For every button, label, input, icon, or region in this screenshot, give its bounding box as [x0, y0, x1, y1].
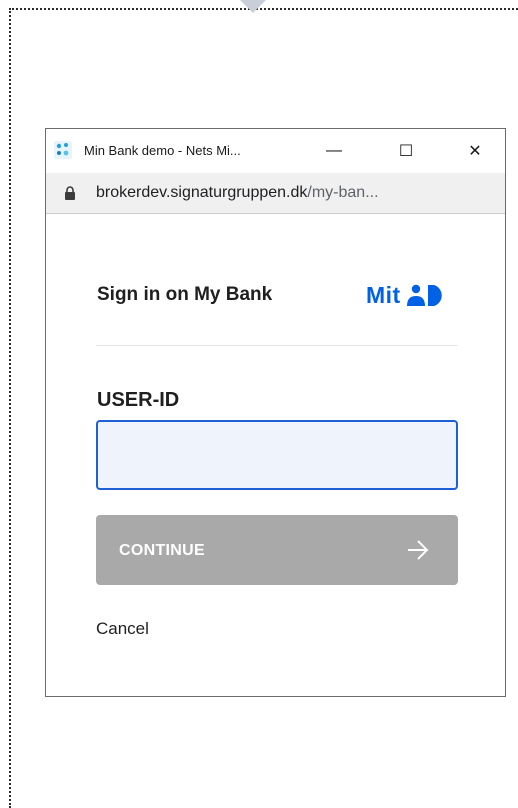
minimize-icon: — — [326, 142, 342, 159]
maximize-icon: ☐ — [398, 143, 414, 160]
maximize-button[interactable]: ☐ — [386, 137, 426, 165]
mitid-logo-text: Mit — [366, 281, 401, 308]
window-title: Min Bank demo - Nets Mi... — [84, 143, 241, 158]
browser-popup-window: Min Bank demo - Nets Mi... — ☐ ✕ brokerd… — [45, 128, 506, 697]
cancel-link[interactable]: Cancel — [96, 619, 149, 639]
window-titlebar: Min Bank demo - Nets Mi... — ☐ ✕ — [46, 129, 505, 173]
arrow-right-icon — [408, 540, 429, 560]
user-id-input[interactable] — [96, 420, 458, 490]
page-title: Sign in on My Bank — [97, 284, 273, 305]
mitid-person-d-icon — [406, 284, 442, 306]
callout-pointer — [240, 0, 266, 13]
lock-icon — [65, 186, 75, 200]
continue-button-label: CONTINUE — [119, 542, 205, 559]
url-path: /my-ban... — [307, 184, 379, 201]
close-icon: ✕ — [468, 143, 482, 160]
url-host: brokerdev.signaturgruppen.dk — [96, 184, 308, 201]
login-content: Sign in on My Bank Mit USER-ID CONTINUE … — [46, 214, 505, 697]
url-text[interactable]: brokerdev.signaturgruppen.dk/my-ban... — [96, 184, 379, 202]
nets-app-icon — [54, 141, 72, 159]
minimize-button[interactable]: — — [314, 137, 354, 165]
mitid-logo: Mit — [366, 282, 447, 308]
continue-button[interactable]: CONTINUE — [96, 515, 458, 585]
address-bar[interactable]: brokerdev.signaturgruppen.dk/my-ban... — [46, 173, 505, 214]
close-button[interactable]: ✕ — [455, 137, 495, 165]
user-id-label: USER-ID — [97, 389, 180, 411]
divider — [96, 345, 458, 346]
